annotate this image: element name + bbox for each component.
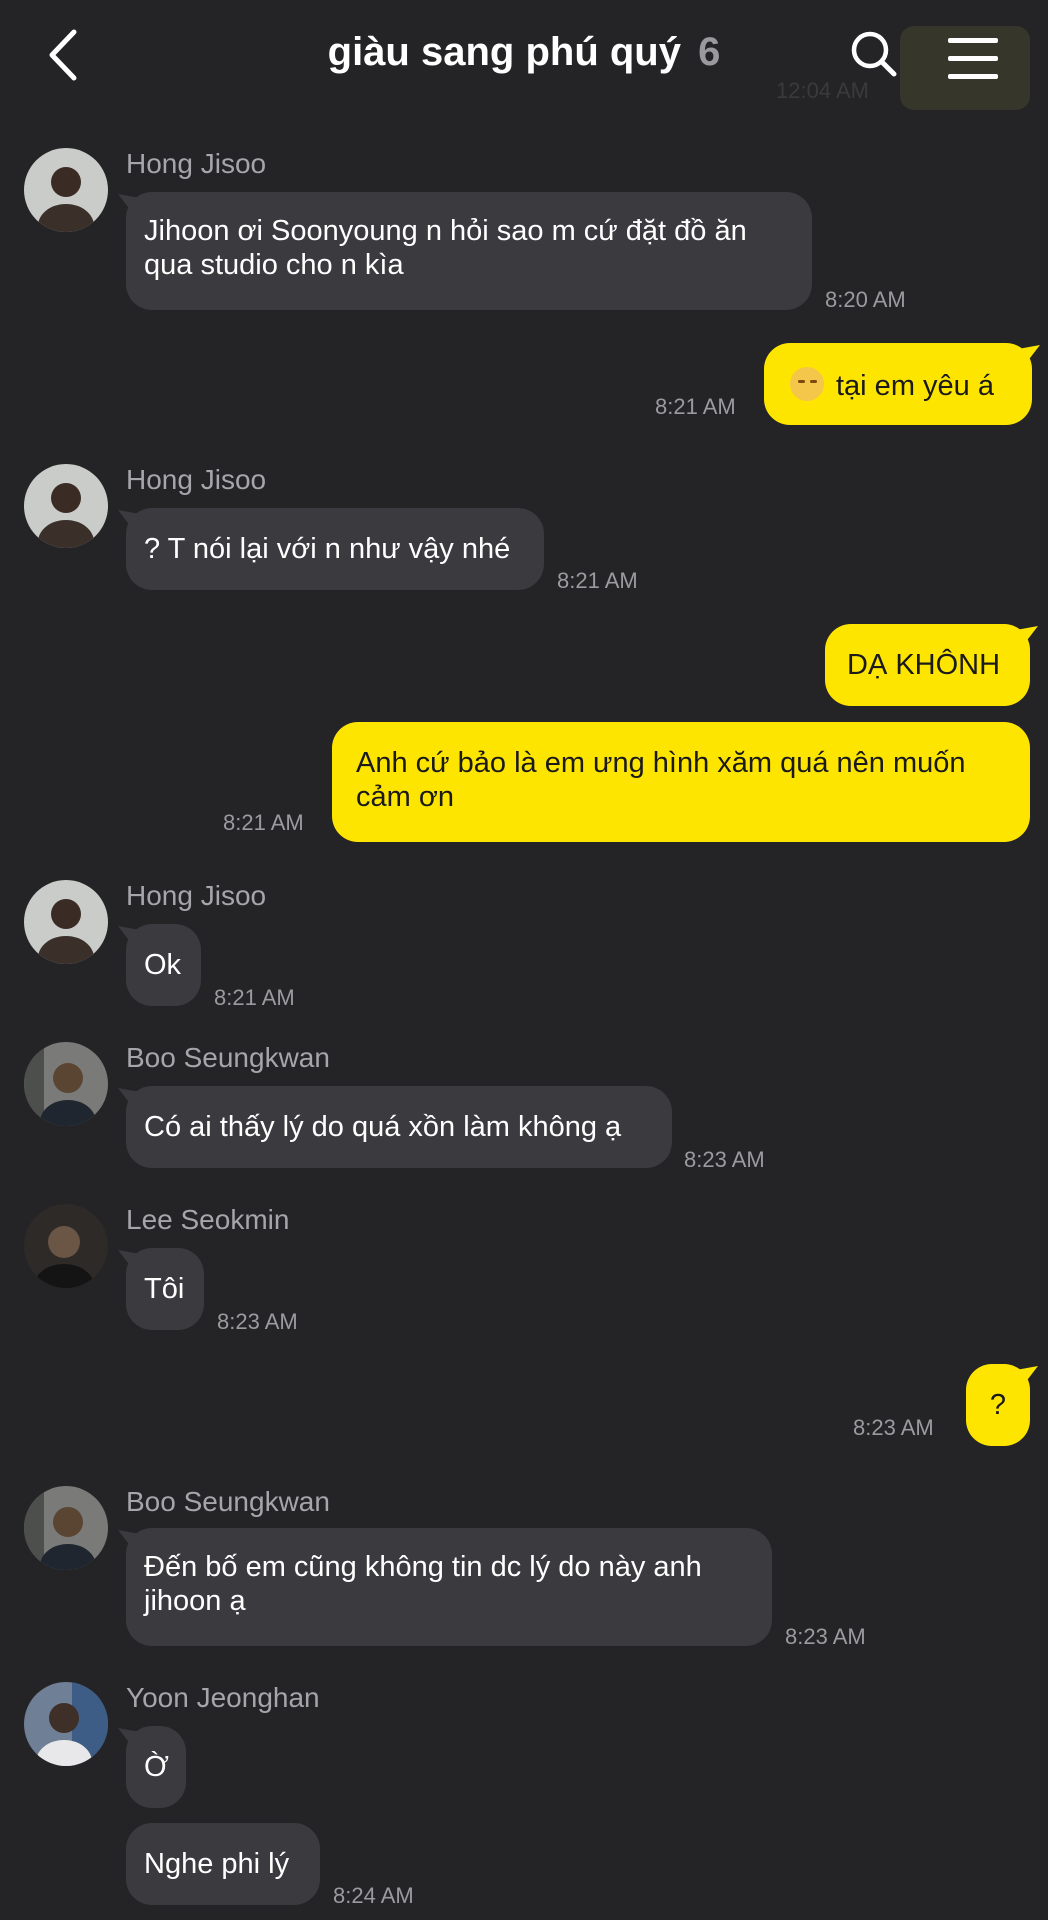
message-text-line: Jihoon ơi Soonyoung n hỏi sao m cứ đặt đ… xyxy=(144,215,747,247)
message-bubble[interactable]: Tôi xyxy=(126,1248,204,1330)
avatar[interactable] xyxy=(24,880,108,964)
message-bubble[interactable]: DẠ KHÔNH xyxy=(825,624,1030,706)
message-time: 8:21 AM xyxy=(223,810,304,835)
message-time: 8:23 AM xyxy=(684,1147,765,1172)
message-time: 8:23 AM xyxy=(853,1415,934,1440)
avatar[interactable] xyxy=(24,1042,108,1126)
message-bubble[interactable]: Nghe phi lý xyxy=(126,1823,320,1905)
member-count: 6 xyxy=(698,30,721,74)
sender-name: Hong Jisoo xyxy=(126,148,267,179)
sender-name: Lee Seokmin xyxy=(126,1204,290,1235)
avatar-photo-icon xyxy=(24,1042,108,1126)
message-bubble[interactable]: Jihoon ơi Soonyoung n hỏi sao m cứ đặt đ… xyxy=(126,192,812,310)
message-bubble[interactable]: ? T nói lại với n như vậy nhé xyxy=(126,508,544,590)
message-bubble[interactable]: Anh cứ bảo là em ưng hình xăm quá nên mu… xyxy=(332,722,1030,842)
avatar-photo-icon xyxy=(24,148,108,232)
sender-name: Hong Jisoo xyxy=(126,464,267,495)
message-bubble[interactable]: Đến bố em cũng không tin dc lý do này an… xyxy=(126,1528,772,1646)
sender-name: Hong Jisoo xyxy=(126,880,267,911)
message-time: 8:23 AM xyxy=(217,1309,298,1334)
message-time: 8:24 AM xyxy=(333,1883,414,1908)
search-icon xyxy=(851,31,897,77)
avatar[interactable] xyxy=(24,1486,108,1570)
chat-title-text: giàu sang phú quý xyxy=(327,30,681,74)
sender-name: Boo Seungkwan xyxy=(126,1042,330,1073)
message-bubble[interactable]: ? xyxy=(966,1364,1030,1446)
message-time: 8:21 AM xyxy=(655,394,736,419)
message-time: 8:21 AM xyxy=(214,985,295,1010)
relieved-face-icon xyxy=(790,367,824,401)
message-text: Có ai thấy lý do quá xồn làm không ạ xyxy=(144,1111,622,1143)
avatar-photo-icon xyxy=(24,1682,108,1766)
avatar-photo-icon xyxy=(24,1204,108,1288)
message-time: 8:23 AM xyxy=(785,1624,866,1649)
message-time: 8:21 AM xyxy=(557,568,638,593)
hamburger-menu-icon xyxy=(948,38,998,79)
message-text: Ờ xyxy=(144,1751,169,1783)
message-bubble[interactable]: tại em yêu á xyxy=(764,343,1032,425)
message-text: ? T nói lại với n như vậy nhé xyxy=(144,533,511,565)
message-text-line: Anh cứ bảo là em ưng hình xăm quá nên mu… xyxy=(356,747,966,779)
message-text-line: jihoon ạ xyxy=(144,1585,246,1617)
message-text-line: qua studio cho n kìa xyxy=(144,249,404,281)
sender-name: Yoon Jeonghan xyxy=(126,1682,320,1713)
sender-name: Boo Seungkwan xyxy=(126,1486,330,1517)
avatar-photo-icon xyxy=(24,464,108,548)
message-text: tại em yêu á xyxy=(836,370,994,402)
message-bubble[interactable]: Ok xyxy=(126,924,201,1006)
message-text: ? xyxy=(989,1389,1007,1421)
avatar[interactable] xyxy=(24,1682,108,1766)
message-text-line: cảm ơn xyxy=(356,781,454,813)
message-bubble[interactable]: Có ai thấy lý do quá xồn làm không ạ xyxy=(126,1086,672,1168)
avatar-photo-icon xyxy=(24,1486,108,1570)
message-bubble[interactable]: Ờ xyxy=(126,1726,186,1808)
message-text: Tôi xyxy=(144,1273,185,1305)
message-text: Ok xyxy=(144,949,182,981)
previous-message-time: 12:04 AM xyxy=(776,78,869,103)
message-time: 8:20 AM xyxy=(825,287,906,312)
chat-header: giàu sang phú quý 6 12:04 AM xyxy=(0,0,1048,112)
message-text: DẠ KHÔNH xyxy=(847,649,1001,681)
message-text: Nghe phi lý xyxy=(144,1848,290,1880)
avatar[interactable] xyxy=(24,464,108,548)
menu-button[interactable] xyxy=(900,26,1030,110)
avatar[interactable] xyxy=(24,1204,108,1288)
search-button[interactable] xyxy=(848,28,900,80)
avatar[interactable] xyxy=(24,148,108,232)
message-text-line: Đến bố em cũng không tin dc lý do này an… xyxy=(144,1551,702,1583)
avatar-photo-icon xyxy=(24,880,108,964)
